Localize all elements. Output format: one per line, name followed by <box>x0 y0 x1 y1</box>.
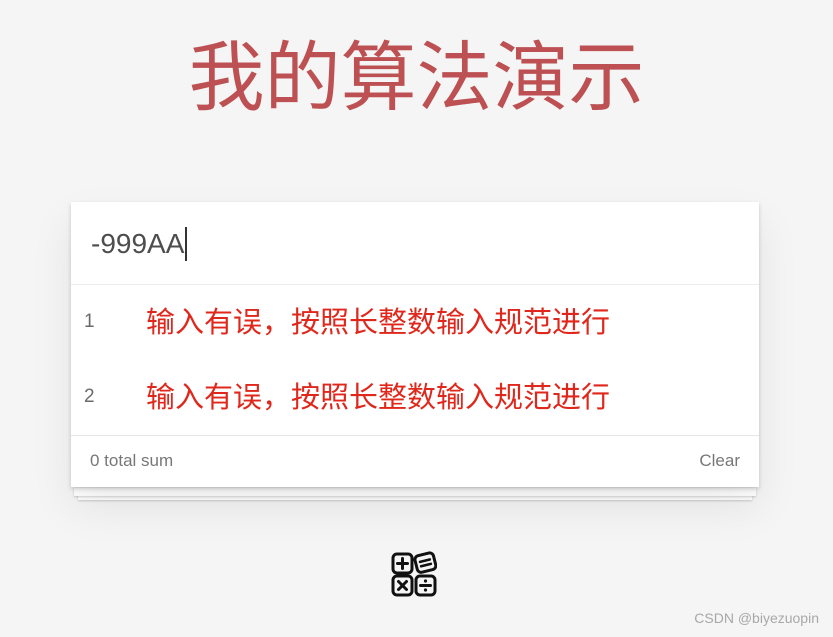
clear-button[interactable]: Clear <box>699 451 740 471</box>
total-sum-count: 0 total sum <box>90 451 174 470</box>
text-caret <box>185 226 187 261</box>
list-item-index: 2 <box>84 386 95 407</box>
number-input[interactable]: -999AA <box>91 224 187 264</box>
list-item: 1 输入有误，按照长整数输入规范进行 <box>71 285 759 360</box>
number-input-value: -999AA <box>91 228 185 259</box>
page-title: 我的算法演示 <box>188 33 645 122</box>
list-item: 2 输入有误，按照长整数输入规范进行 <box>71 360 759 435</box>
calculator-card: -999AA 1 输入有误，按照长整数输入规范进行 2 输入有误，按照长整数输入… <box>71 202 759 487</box>
page: 我的算法演示 -999AA 1 输入有误，按照长整数输入规范进行 2 输入有误，… <box>0 0 833 637</box>
calculator-icon[interactable] <box>391 551 437 597</box>
number-input-row[interactable]: -999AA <box>71 202 759 285</box>
list-item-text: 输入有误，按照长整数输入规范进行 <box>146 380 611 414</box>
list-item-text: 输入有误，按照长整数输入规范进行 <box>146 305 611 339</box>
card-footer: 0 total sum Clear <box>71 435 759 488</box>
watermark: CSDN @biyezuopin <box>694 610 819 626</box>
list-item-index: 1 <box>84 311 95 332</box>
card-stack-shadow-1 <box>74 488 756 496</box>
